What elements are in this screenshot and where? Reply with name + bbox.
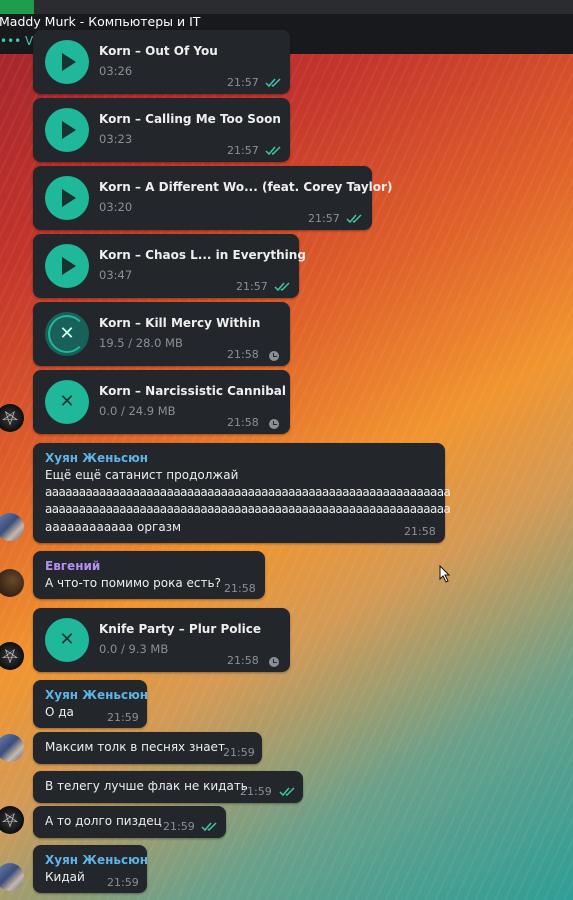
message-time: 21:59 xyxy=(107,876,139,889)
message-time: 21:57 xyxy=(308,212,340,225)
play-button[interactable] xyxy=(45,40,89,84)
avatar[interactable]: ⛧ xyxy=(0,404,24,432)
audio-message[interactable]: ✕ Knife Party – Plur Police 0.0 / 9.3 MB… xyxy=(33,608,290,672)
download-size: 19.5 / 28.0 MB xyxy=(99,336,183,350)
cancel-download-button[interactable]: ✕ xyxy=(45,618,89,662)
audio-message[interactable]: ✕ Korn – Kill Mercy Within 19.5 / 28.0 M… xyxy=(33,302,290,366)
close-icon: ✕ xyxy=(59,391,75,412)
download-progress-button[interactable]: ✕ xyxy=(45,312,89,356)
pentagram-icon: ⛧ xyxy=(2,644,18,668)
message-line: Максим толк в песнях знает xyxy=(45,740,225,754)
message-line: Кидай xyxy=(45,870,85,884)
message-time: 21:59 xyxy=(163,820,195,833)
text-message[interactable]: В телегу лучше флак не кидать 21:59 xyxy=(33,771,303,803)
audio-message[interactable]: Korn – Calling Me Too Soon 03:23 21:57 xyxy=(33,98,290,162)
track-title: Korn – Out Of You xyxy=(99,44,218,58)
track-title: Knife Party – Plur Police xyxy=(99,622,261,636)
double-check-icon xyxy=(279,787,295,797)
text-message[interactable]: Хуян Женьсюн Ещё ещё сатанист продолжай … xyxy=(33,443,451,543)
text-message[interactable]: Хуян Женьсюн О да 21:59 xyxy=(33,680,148,728)
text-message[interactable]: Хуян Женьсюн Кидай 21:59 xyxy=(33,845,148,893)
double-check-icon xyxy=(201,822,217,832)
message-line: аааааааааааааааааааааааааааааааааааааааа… xyxy=(45,502,451,516)
double-check-icon xyxy=(265,78,281,88)
download-size: 0.0 / 9.3 MB xyxy=(99,642,169,656)
track-duration: 03:23 xyxy=(99,132,133,146)
chat-title: Maddy Murk - Компьютеры и IT xyxy=(0,14,201,29)
play-icon xyxy=(62,53,76,71)
track-title: Korn – Narcissistic Cannibal xyxy=(99,384,287,398)
clock-icon xyxy=(269,657,279,667)
play-icon xyxy=(62,189,76,207)
message-time: 21:57 xyxy=(227,76,259,89)
sender-name[interactable]: Хуян Женьсюн xyxy=(45,853,148,867)
avatar[interactable]: ⛧ xyxy=(0,806,24,834)
avatar[interactable]: ⛧ xyxy=(0,642,24,670)
message-time: 21:57 xyxy=(227,144,259,157)
audio-message[interactable]: ✕ Korn – Narcissistic Cannibal 0.0 / 24.… xyxy=(33,370,290,434)
message-line: О да xyxy=(45,705,74,719)
track-title: Korn – Calling Me Too Soon xyxy=(99,112,281,126)
pentagram-icon: ⛧ xyxy=(2,808,18,832)
message-line: аааааааааааа оргазм xyxy=(45,520,182,534)
play-button[interactable] xyxy=(45,244,89,288)
play-button[interactable] xyxy=(45,176,89,220)
sender-name[interactable]: Евгений xyxy=(45,559,100,573)
message-time: 21:59 xyxy=(223,746,255,759)
track-duration: 03:47 xyxy=(99,268,133,282)
audio-message[interactable]: Korn – A Different Wo... (feat. Corey Ta… xyxy=(33,166,392,230)
track-duration: 03:20 xyxy=(99,200,133,214)
clock-icon xyxy=(269,351,279,361)
message-time: 21:58 xyxy=(227,416,259,429)
message-time: 21:58 xyxy=(227,654,259,667)
close-icon: ✕ xyxy=(59,323,75,344)
message-line: А что-то помимо рока есть? xyxy=(45,576,221,590)
play-icon xyxy=(62,257,76,275)
double-check-icon xyxy=(274,282,290,292)
track-duration: 03:26 xyxy=(99,64,133,78)
message-line: аааааааааааааааааааааааааааааааааааааааа… xyxy=(45,485,451,499)
mouse-cursor-icon xyxy=(439,565,451,583)
track-title: Korn – Chaos L... in Everything xyxy=(99,248,306,262)
message-time: 21:57 xyxy=(236,280,268,293)
message-time: 21:59 xyxy=(107,711,139,724)
title-strip xyxy=(0,0,573,14)
sender-name[interactable]: Хуян Женьсюн xyxy=(45,451,148,465)
track-title: Korn – A Different Wo... (feat. Corey Ta… xyxy=(99,180,393,194)
message-line: В телегу лучше флак не кидать xyxy=(45,779,248,793)
audio-message[interactable]: Korn – Chaos L... in Everything 03:47 21… xyxy=(33,234,306,298)
cancel-download-button[interactable]: ✕ xyxy=(45,380,89,424)
message-time: 21:58 xyxy=(227,348,259,361)
message-line: А то долго пиздец xyxy=(45,814,162,828)
double-check-icon xyxy=(346,214,362,224)
close-icon: ✕ xyxy=(59,629,75,650)
download-size: 0.0 / 24.9 MB xyxy=(99,404,176,418)
message-line: Ещё ещё сатанист продолжай xyxy=(45,468,239,482)
message-time: 21:58 xyxy=(404,525,436,538)
pentagram-icon: ⛧ xyxy=(2,406,18,430)
play-button[interactable] xyxy=(45,108,89,152)
double-check-icon xyxy=(265,146,281,156)
message-time: 21:59 xyxy=(240,785,272,798)
window-control[interactable] xyxy=(0,0,34,14)
play-icon xyxy=(62,121,76,139)
message-time: 21:58 xyxy=(224,582,256,595)
text-message[interactable]: А то долго пиздец 21:59 xyxy=(33,806,226,838)
audio-message[interactable]: Korn – Out Of You 03:26 21:57 xyxy=(33,30,290,94)
text-message[interactable]: Максим толк в песнях знает 21:59 xyxy=(33,732,262,764)
sender-name[interactable]: Хуян Женьсюн xyxy=(45,688,148,702)
track-title: Korn – Kill Mercy Within xyxy=(99,316,261,330)
clock-icon xyxy=(269,419,279,429)
text-message[interactable]: Евгений А что-то помимо рока есть? 21:58 xyxy=(33,551,265,599)
